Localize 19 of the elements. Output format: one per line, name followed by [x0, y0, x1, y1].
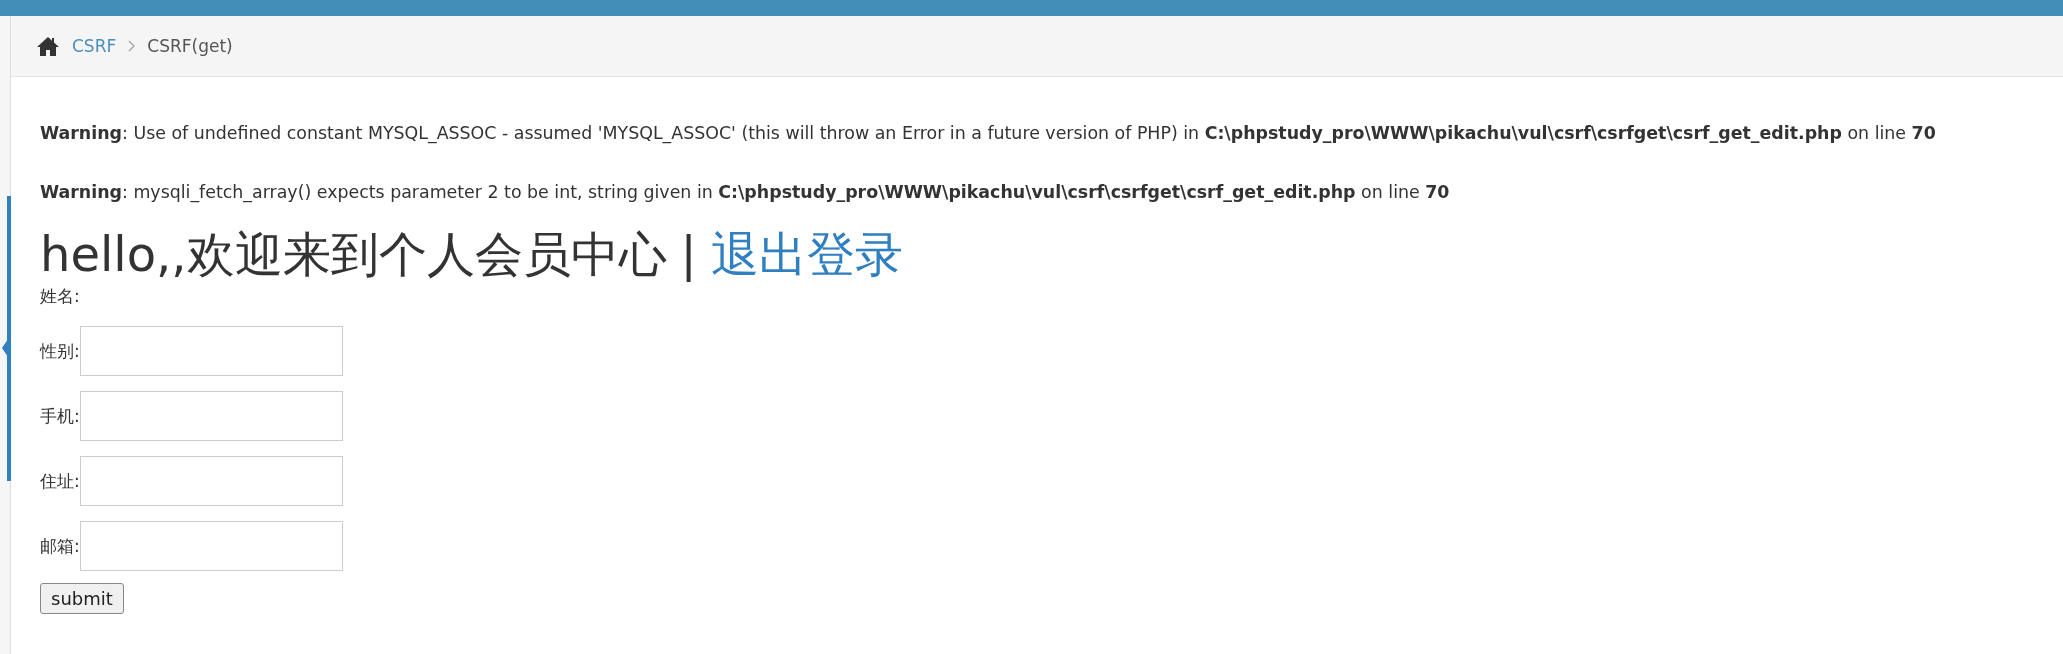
field-label: 邮箱: — [40, 534, 80, 558]
breadcrumb-link[interactable]: CSRF — [72, 36, 117, 56]
submit-button[interactable]: submit — [40, 583, 124, 614]
field-label: 手机: — [40, 404, 80, 428]
chevron-icon — [128, 40, 136, 52]
logout-link[interactable]: 退出登录 — [710, 224, 903, 284]
input-field[interactable] — [79, 521, 343, 571]
warning-message: Warning: mysqli_fetch_array() expects parameter 2 to be int, string given in C:\phpstudy_pro\WWW\pikachu\vul\csrf\csrfget\csrf_get_edit.php on line 70 — [40, 181, 1451, 204]
input-field[interactable] — [79, 391, 343, 441]
input-field[interactable] — [79, 456, 343, 506]
field-label: 姓名: — [40, 284, 80, 308]
warning-message: Warning: Use of undefined constant MYSQL_ASSOC - assumed 'MYSQL_ASSOC' (this will throw an Error in a future version of PHP) in C:\phpstudy_pro\WWW\pikachu\vul\csrf\csrfget\csrf_get_edit.php on line 70 — [40, 122, 1937, 145]
welcome-heading: hello,,欢迎来到个人会员中心 — [40, 225, 667, 284]
separator-text: | — [680, 225, 697, 284]
field-label: 住址: — [40, 469, 80, 493]
field-label: 性别: — [40, 339, 80, 363]
home-icon[interactable] — [36, 36, 60, 56]
input-field[interactable] — [79, 326, 343, 376]
breadcrumb-current: CSRF(get) — [147, 36, 233, 56]
